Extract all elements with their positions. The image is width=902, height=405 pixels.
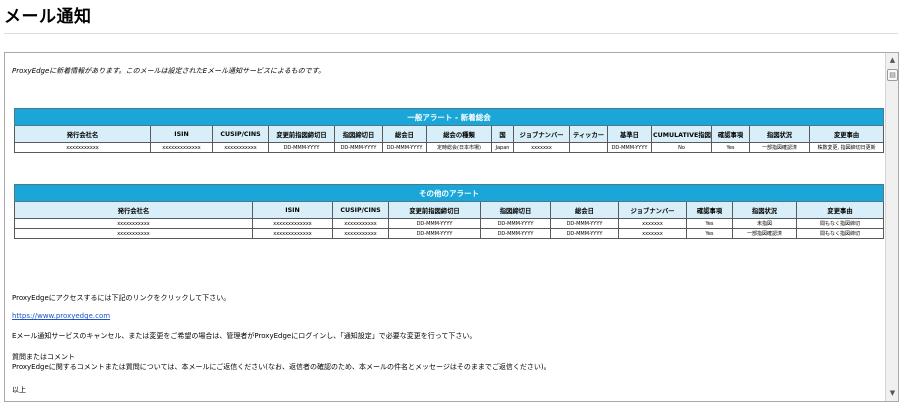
table2-row0-cell-4: DD-MMM-YYYY <box>480 218 551 229</box>
table1-header-8: ジョブナンバー <box>513 125 570 143</box>
table1-row0-cell-0: xxxxxxxxxxx <box>14 142 151 153</box>
table1-row0-cell-10: DD-MMM-YYYY <box>607 142 652 153</box>
table2-row0-cell-8: 未指図 <box>732 218 797 229</box>
scroll-up-arrow-icon[interactable]: ▲ <box>887 55 898 66</box>
table2-header-8: 指図状況 <box>732 201 797 219</box>
table2-row0-cell-3: DD-MMM-YYYY <box>388 218 481 229</box>
proxyedge-link[interactable]: https://www.proxyedge.com <box>12 312 110 320</box>
table1-header-5: 総会日 <box>382 125 427 143</box>
table1-header-6: 総会の種類 <box>426 125 492 143</box>
table2-header-3: 変更前指図締切日 <box>388 201 481 219</box>
table2-row0-cell-7: Yes <box>686 218 733 229</box>
email-preview-frame: ProxyEdgeに新着情報があります。このメールは設定されたEメール通知サービ… <box>4 52 899 402</box>
table1-header-2: CUSIP/CINS <box>212 125 269 143</box>
table2-header-5: 総会日 <box>550 201 619 219</box>
questions-heading: 質問またはコメント <box>12 353 75 361</box>
other-alert-table: その他のアラート 発行会社名 ISIN CUSIP/CINS 変更前指図締切日 指図締切… <box>13 184 885 239</box>
table2-row1-cell-3: DD-MMM-YYYY <box>388 228 481 239</box>
table2-row0-cell-9: 間もなく指図締切 <box>795 218 885 229</box>
table1-row0-cell-1: xxxxxxxxxxxxx <box>150 142 213 153</box>
table1-row0-cell-7: Japan <box>491 142 514 153</box>
table2-row0-cell-2: xxxxxxxxxxx <box>332 218 389 229</box>
table1-row0-cell-12: Yes <box>711 142 750 153</box>
closing-text: 以上 <box>12 386 26 394</box>
table2-row0-cell-6: xxxxxxx <box>618 218 687 229</box>
table1-row0-cell-6: 定時総会(日本市場) <box>426 142 492 153</box>
table1-header-0: 発行会社名 <box>14 125 151 143</box>
table1-header-1: ISIN <box>150 125 213 143</box>
table1-row0-cell-2: xxxxxxxxxxx <box>212 142 269 153</box>
table2-row1-cell-6: xxxxxxx <box>618 228 687 239</box>
table1-header-14: 変更事由 <box>808 125 885 143</box>
table1-header-10: 基準日 <box>607 125 652 143</box>
cancel-instruction: Eメール通知サービスのキャンセル、または変更をご希望の場合は、管理者がProxy… <box>12 332 477 340</box>
table2-row0-cell-0: xxxxxxxxxxx <box>14 218 253 229</box>
document-icon: ▤ <box>887 69 898 81</box>
table2-header-9: 変更事由 <box>795 201 885 219</box>
table1-caption: 一般アラート - 新着総会 <box>13 108 885 126</box>
vertical-scrollbar[interactable]: ▲ ▤ ▼ <box>885 53 898 401</box>
table2-row1-cell-1: xxxxxxxxxxxxx <box>252 228 333 239</box>
scroll-down-arrow-icon[interactable]: ▼ <box>887 388 898 399</box>
table1-header-12: 確認事項 <box>711 125 750 143</box>
table1-header-3: 変更前指図締切日 <box>268 125 335 143</box>
table1-row0-cell-13: 一部指図確認済 <box>749 142 810 153</box>
table1-row0-cell-3: DD-MMM-YYYY <box>268 142 335 153</box>
table1-row0-cell-14: 株数変更, 指図締切日更新 <box>808 142 885 153</box>
table1-header-4: 指図締切日 <box>334 125 383 143</box>
table1-row0-cell-5: DD-MMM-YYYY <box>382 142 427 153</box>
table2-row1-cell-4: DD-MMM-YYYY <box>480 228 551 239</box>
table2-header-1: ISIN <box>252 201 333 219</box>
intro-text: ProxyEdgeに新着情報があります。このメールは設定されたEメール通知サービ… <box>12 67 326 75</box>
table2-header-2: CUSIP/CINS <box>332 201 389 219</box>
table2-header-7: 確認事項 <box>686 201 733 219</box>
table2-row1-cell-8: 一部指図確認済 <box>732 228 797 239</box>
table2-row0-cell-1: xxxxxxxxxxxxx <box>252 218 333 229</box>
table2-row1-cell-5: DD-MMM-YYYY <box>550 228 619 239</box>
questions-text: ProxyEdgeに関するコメントまたは質問については、本メールにご返信ください… <box>12 363 551 371</box>
table2-header-0: 発行会社名 <box>14 201 253 219</box>
table1-header-9: ティッカー <box>569 125 608 143</box>
email-content: ProxyEdgeに新着情報があります。このメールは設定されたEメール通知サービ… <box>5 53 885 401</box>
table1-header-13: 指図状況 <box>749 125 810 143</box>
table2-header-6: ジョブナンバー <box>618 201 687 219</box>
table2-header-4: 指図締切日 <box>480 201 551 219</box>
table1-row0-cell-8: xxxxxxx <box>513 142 570 153</box>
table2-row0-cell-5: DD-MMM-YYYY <box>550 218 619 229</box>
table2-row1-cell-0: xxxxxxxxxxx <box>14 228 253 239</box>
table1-row0-cell-11: No <box>651 142 712 153</box>
title-divider <box>4 33 898 34</box>
table2-row1-cell-2: xxxxxxxxxxx <box>332 228 389 239</box>
page-title: メール通知 <box>4 7 92 27</box>
table1-header-7: 国 <box>491 125 514 143</box>
access-instruction: ProxyEdgeにアクセスするには下記のリンクをクリックして下さい。 <box>12 294 231 302</box>
table2-row1-cell-9: 間もなく指図締切 <box>795 228 885 239</box>
table1-row0-cell-9 <box>569 142 608 153</box>
general-alert-table: 一般アラート - 新着総会 発行会社名 ISIN CUSIP/CINS 変更前指図締切… <box>13 108 885 153</box>
table2-row1-cell-7: Yes <box>686 228 733 239</box>
table1-header-11: CUMULATIVE指図 <box>651 125 712 143</box>
table1-row0-cell-4: DD-MMM-YYYY <box>334 142 383 153</box>
table2-caption: その他のアラート <box>13 184 885 202</box>
